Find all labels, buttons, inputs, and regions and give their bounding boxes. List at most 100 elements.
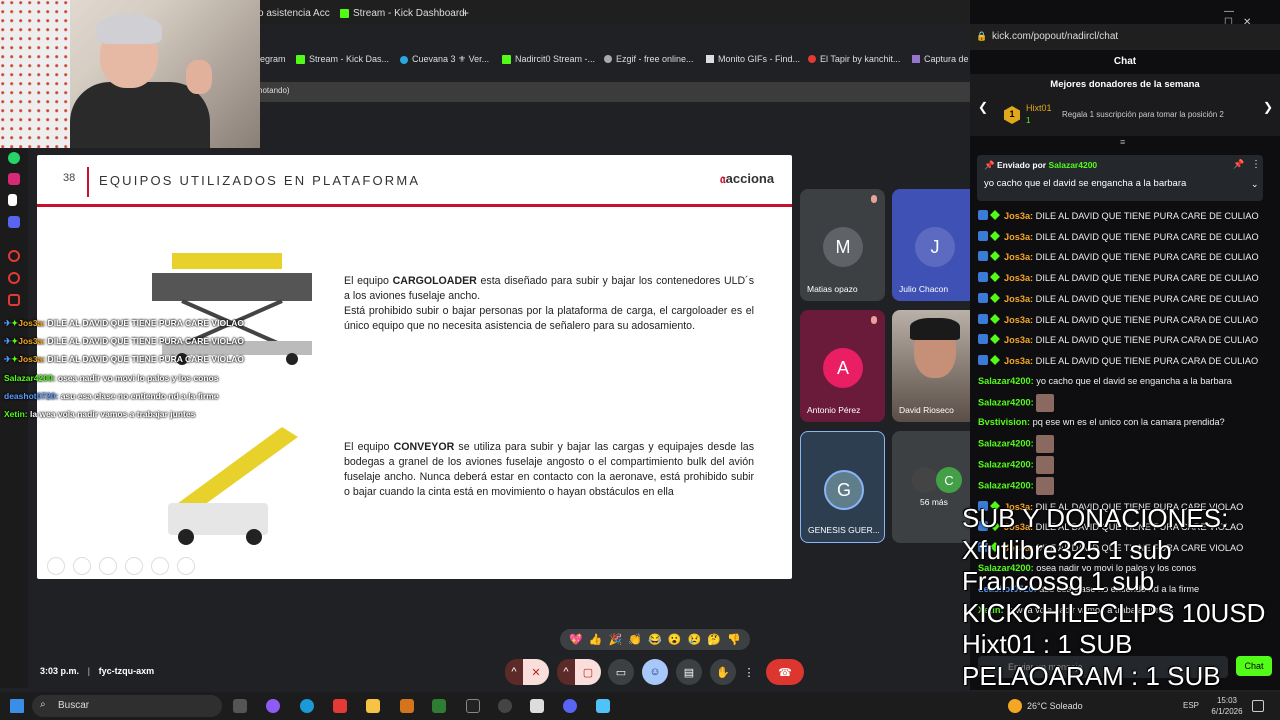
leave-call-icon[interactable]: ☎ bbox=[766, 659, 804, 685]
minimize-icon[interactable]: — bbox=[1224, 6, 1244, 17]
weather-text[interactable]: 26°C Soleado bbox=[1027, 701, 1083, 711]
discord-icon[interactable] bbox=[563, 699, 577, 713]
participant-tile[interactable]: M Matias opazo bbox=[800, 189, 885, 301]
bookmark-4[interactable]: Ezgif - free online... bbox=[604, 54, 694, 64]
bookmark-6[interactable]: El Tapir by kanchit... bbox=[808, 54, 900, 64]
taskbar-search[interactable]: ⌕ Buscar bbox=[32, 695, 222, 717]
chat-user[interactable]: Jos3a: bbox=[1004, 335, 1033, 345]
sub-badge-icon bbox=[978, 355, 988, 365]
pinned-more-icon[interactable]: ⋮ bbox=[1251, 159, 1261, 170]
present-icon[interactable]: ▭ bbox=[608, 659, 634, 685]
windows-taskbar: ⌕ Buscar 26°C Soleado ESP 15:03 6/1/2026 bbox=[0, 692, 1280, 720]
record-icon[interactable] bbox=[8, 250, 20, 262]
participant-tile[interactable]: A Antonio Pérez bbox=[800, 310, 885, 422]
edge-icon[interactable] bbox=[300, 699, 314, 713]
task-view-icon[interactable] bbox=[233, 699, 247, 713]
instagram-icon[interactable] bbox=[8, 173, 20, 185]
more-icon[interactable] bbox=[177, 557, 195, 575]
app-icon[interactable] bbox=[432, 699, 446, 713]
obs-icon[interactable] bbox=[498, 699, 512, 713]
title-divider bbox=[87, 167, 89, 197]
copilot-icon[interactable] bbox=[266, 699, 280, 713]
chat-user[interactable]: Jos3a: bbox=[1004, 294, 1033, 304]
chat-user[interactable]: Salazar4200: bbox=[978, 438, 1034, 448]
bookmark-7[interactable]: Captura de bbox=[912, 54, 969, 64]
chat-user[interactable]: Jos3a: bbox=[1004, 273, 1033, 283]
bookmark-0[interactable]: egram bbox=[260, 54, 286, 64]
mic-options-icon[interactable]: ^ bbox=[505, 659, 523, 685]
strip-text: notando) bbox=[258, 86, 290, 95]
emoji-icon[interactable]: ☺ bbox=[642, 659, 668, 685]
lock-icon: 🔒 bbox=[976, 31, 988, 41]
raise-hand-icon[interactable]: ✋ bbox=[710, 659, 736, 685]
prev-slide-icon[interactable] bbox=[47, 557, 65, 575]
clock[interactable]: 15:03 6/1/2026 bbox=[1208, 695, 1246, 717]
reaction-thinking[interactable]: 🤔 bbox=[707, 633, 721, 646]
chat-user[interactable]: Jos3a: bbox=[1004, 315, 1033, 325]
webcam-hand bbox=[186, 60, 212, 94]
chat-user[interactable]: Salazar4200: bbox=[978, 459, 1034, 469]
discord-icon[interactable] bbox=[8, 216, 20, 228]
app-icon[interactable] bbox=[596, 699, 610, 713]
reaction-laugh[interactable]: 😂 bbox=[648, 633, 662, 646]
reaction-surprised[interactable]: 😮 bbox=[668, 633, 682, 646]
participant-tile-video[interactable]: David Rioseco bbox=[892, 310, 977, 422]
chat-user[interactable]: Jos3a: bbox=[1004, 232, 1033, 242]
mic-off-icon[interactable]: ✕ bbox=[523, 659, 549, 685]
chat-user[interactable]: Jos3a: bbox=[1004, 252, 1033, 262]
bookmark-3[interactable]: Nadircit0 Stream -... bbox=[502, 54, 595, 64]
next-slide-icon[interactable] bbox=[73, 557, 91, 575]
zoom-icon[interactable] bbox=[151, 557, 169, 575]
overlay-line: KICKCHILECLIPS 10USD bbox=[962, 597, 1266, 628]
chat-user[interactable]: Salazar4200: bbox=[978, 397, 1034, 407]
bookmark-2[interactable]: Cuevana 3 ⚜ Ver... bbox=[400, 54, 489, 65]
history-icon[interactable] bbox=[8, 272, 20, 284]
windows-start-icon[interactable] bbox=[10, 699, 24, 713]
donor-cta[interactable]: Regala 1 suscripción para tomar la posic… bbox=[1062, 110, 1224, 119]
reaction-sad[interactable]: 😢 bbox=[688, 633, 702, 646]
collapse-icon[interactable]: ≡ bbox=[1120, 137, 1125, 147]
app-icon[interactable] bbox=[530, 699, 544, 713]
bookmark-5[interactable]: Monito GIFs - Find... bbox=[706, 54, 800, 64]
epic-games-icon[interactable] bbox=[466, 699, 480, 713]
app-icon[interactable] bbox=[400, 699, 414, 713]
chat-user[interactable]: Bvstivision: bbox=[978, 417, 1030, 427]
file-explorer-icon[interactable] bbox=[366, 699, 380, 713]
more-options-icon[interactable]: ⋮ bbox=[742, 659, 756, 685]
captions-icon[interactable]: ▤ bbox=[676, 659, 702, 685]
tab-kick-dashboard[interactable]: Stream - Kick Dashboard bbox=[340, 4, 465, 22]
pinned-expand-icon[interactable]: ⌄ bbox=[1251, 179, 1259, 190]
unpin-icon[interactable]: 📌 bbox=[1233, 159, 1244, 170]
notifications-icon[interactable] bbox=[1252, 700, 1264, 712]
reaction-thumbs-down[interactable]: 👎 bbox=[727, 633, 741, 646]
chat-user[interactable]: Jos3a: bbox=[1004, 356, 1033, 366]
chat-message: Bvstivision: pq ese wn es el unico con l… bbox=[978, 417, 1225, 427]
tab-asistencia[interactable]: o asistencia Acc bbox=[258, 4, 330, 22]
bookmark-1[interactable]: Stream - Kick Das... bbox=[296, 54, 389, 64]
opera-icon[interactable] bbox=[333, 699, 347, 713]
donors-next-icon[interactable]: ❯ bbox=[1263, 100, 1273, 114]
site-icon bbox=[912, 55, 920, 63]
whatsapp-icon[interactable] bbox=[8, 152, 20, 164]
slides-icon[interactable] bbox=[125, 557, 143, 575]
language-indicator[interactable]: ESP bbox=[1183, 701, 1199, 710]
participant-tile-active[interactable]: G GENESIS GUER... bbox=[800, 431, 885, 543]
site-icon bbox=[400, 55, 408, 64]
overlay-user: deashot0720: bbox=[4, 391, 59, 401]
reaction-heart[interactable]: 💖 bbox=[569, 633, 583, 646]
chat-user[interactable]: Jos3a: bbox=[1004, 211, 1033, 221]
new-tab-button[interactable]: + bbox=[462, 4, 469, 22]
reaction-thumbs-up[interactable]: 👍 bbox=[589, 633, 603, 646]
participant-tile[interactable]: J Julio Chacon bbox=[892, 189, 977, 301]
reaction-clap[interactable]: 👏 bbox=[628, 633, 642, 646]
share-icon[interactable] bbox=[8, 294, 20, 306]
donors-prev-icon[interactable]: ❮ bbox=[978, 100, 988, 114]
camera-off-icon[interactable]: ▢ bbox=[575, 659, 601, 685]
address-bar[interactable]: 🔒 kick.com/popout/nadircl/chat bbox=[970, 24, 1280, 50]
tiktok-icon[interactable] bbox=[8, 194, 17, 206]
camera-options-icon[interactable]: ^ bbox=[557, 659, 575, 685]
chat-user[interactable]: Salazar4200: bbox=[978, 376, 1034, 386]
pen-icon[interactable] bbox=[99, 557, 117, 575]
reaction-party[interactable]: 🎉 bbox=[609, 633, 623, 646]
chat-user[interactable]: Salazar4200: bbox=[978, 480, 1034, 490]
